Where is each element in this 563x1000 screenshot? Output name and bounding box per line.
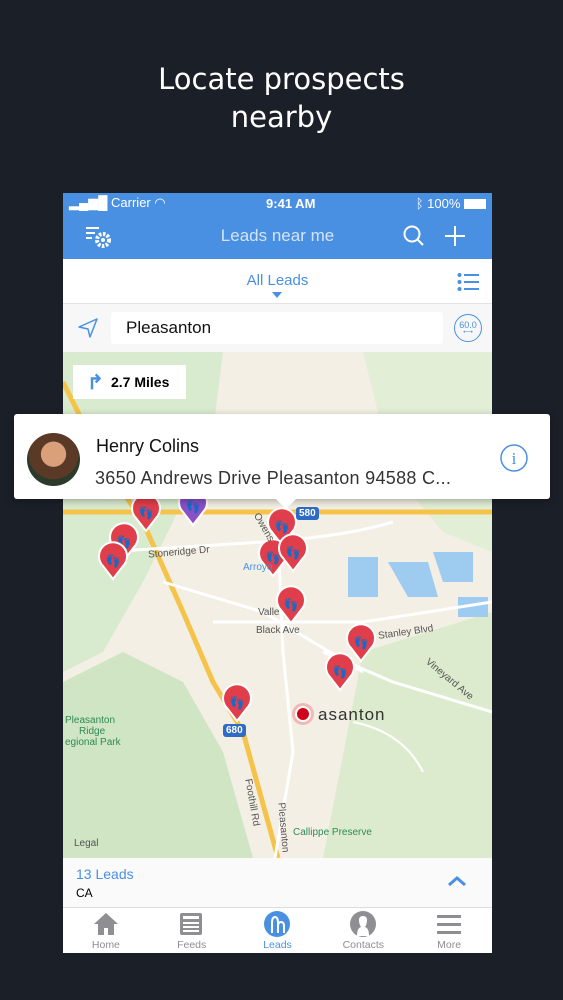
footprints-icon: 👣	[186, 499, 201, 514]
all-leads-dropdown[interactable]: All Leads	[247, 272, 309, 289]
tab-feeds[interactable]: Feeds	[149, 908, 235, 953]
location-arrow-icon[interactable]	[77, 317, 99, 339]
map-label: Arroyo	[243, 562, 273, 573]
tab-more[interactable]: More	[406, 908, 492, 953]
legal-link[interactable]: Legal	[74, 838, 98, 849]
footprints-icon: 👣	[275, 519, 290, 534]
phone-screen: ▂▄▆█ Carrier ◠ 9:41 AM ᛒ 100% Leads near…	[63, 193, 492, 953]
search-icon[interactable]	[403, 225, 425, 247]
status-bar: ▂▄▆█ Carrier ◠ 9:41 AM ᛒ 100%	[63, 193, 492, 213]
location-search-row: Pleasanton 60.0 ⟷	[63, 304, 492, 352]
footprints-icon: 👣	[284, 597, 299, 612]
distance-badge: ↱ 2.7 Miles	[73, 365, 186, 399]
tab-leads[interactable]: Leads	[235, 908, 321, 953]
map-label-park: Pleasanton Ridge egional Park	[65, 715, 121, 748]
turn-arrow-icon: ↱	[87, 372, 104, 394]
headline-line1: Locate prospects	[158, 62, 405, 96]
list-icon[interactable]	[457, 272, 479, 292]
map-label: Valle	[258, 607, 280, 618]
tab-home[interactable]: Home	[63, 908, 149, 953]
shield-580: 580	[296, 507, 319, 520]
tab-contacts[interactable]: Contacts	[320, 908, 406, 953]
filter-bar: All Leads	[63, 259, 492, 304]
footprints-icon: 👣	[106, 553, 121, 568]
leads-icon	[264, 911, 291, 937]
lead-address: 3650 Andrews Drive Pleasanton 94588 C...	[95, 468, 452, 488]
feeds-icon	[179, 913, 202, 935]
location-input[interactable]: Pleasanton	[111, 312, 443, 344]
contacts-icon	[350, 911, 377, 937]
svg-text:i: i	[512, 449, 517, 468]
tab-bar: Home Feeds Leads Contacts More	[63, 908, 492, 953]
leads-summary[interactable]: 13 Leads CA	[63, 858, 492, 908]
nav-bar: Leads near me	[63, 213, 492, 259]
map-label: Black Ave	[256, 625, 300, 636]
footprints-icon: 👣	[286, 545, 301, 560]
home-icon	[93, 913, 118, 935]
footprints-icon: 👣	[139, 505, 154, 520]
leads-count: 13 Leads	[76, 866, 134, 882]
map-label-city: asanton	[318, 705, 386, 724]
carrier: ▂▄▆█ Carrier ◠	[69, 195, 166, 210]
footprints-icon: 👣	[354, 635, 369, 650]
menu-icon	[437, 915, 462, 934]
shield-680: 680	[223, 724, 246, 737]
lead-card[interactable]: Henry Colins 3650 Andrews Drive Pleasant…	[14, 414, 550, 509]
region: CA	[76, 886, 93, 900]
radius-button[interactable]: 60.0 ⟷	[454, 314, 482, 342]
park-area	[63, 652, 253, 858]
footprints-icon: 👣	[230, 695, 245, 710]
info-icon[interactable]: i	[500, 444, 528, 472]
nav-title: Leads near me	[220, 226, 335, 245]
lead-name: Henry Colins	[96, 436, 200, 456]
battery: ᛒ 100%	[416, 196, 486, 211]
map-label: Callippe Preserve	[293, 827, 372, 838]
chevron-up-icon[interactable]	[447, 875, 467, 887]
current-location-dot	[295, 706, 311, 722]
avatar	[27, 433, 80, 486]
time: 9:41 AM	[266, 195, 316, 211]
headline: Locate prospects nearby	[0, 60, 563, 136]
headline-line2: nearby	[230, 100, 333, 134]
dropdown-arrow-icon	[272, 292, 282, 298]
plus-icon[interactable]	[444, 225, 466, 247]
footprints-icon: 👣	[333, 664, 348, 679]
green-area	[323, 612, 492, 858]
